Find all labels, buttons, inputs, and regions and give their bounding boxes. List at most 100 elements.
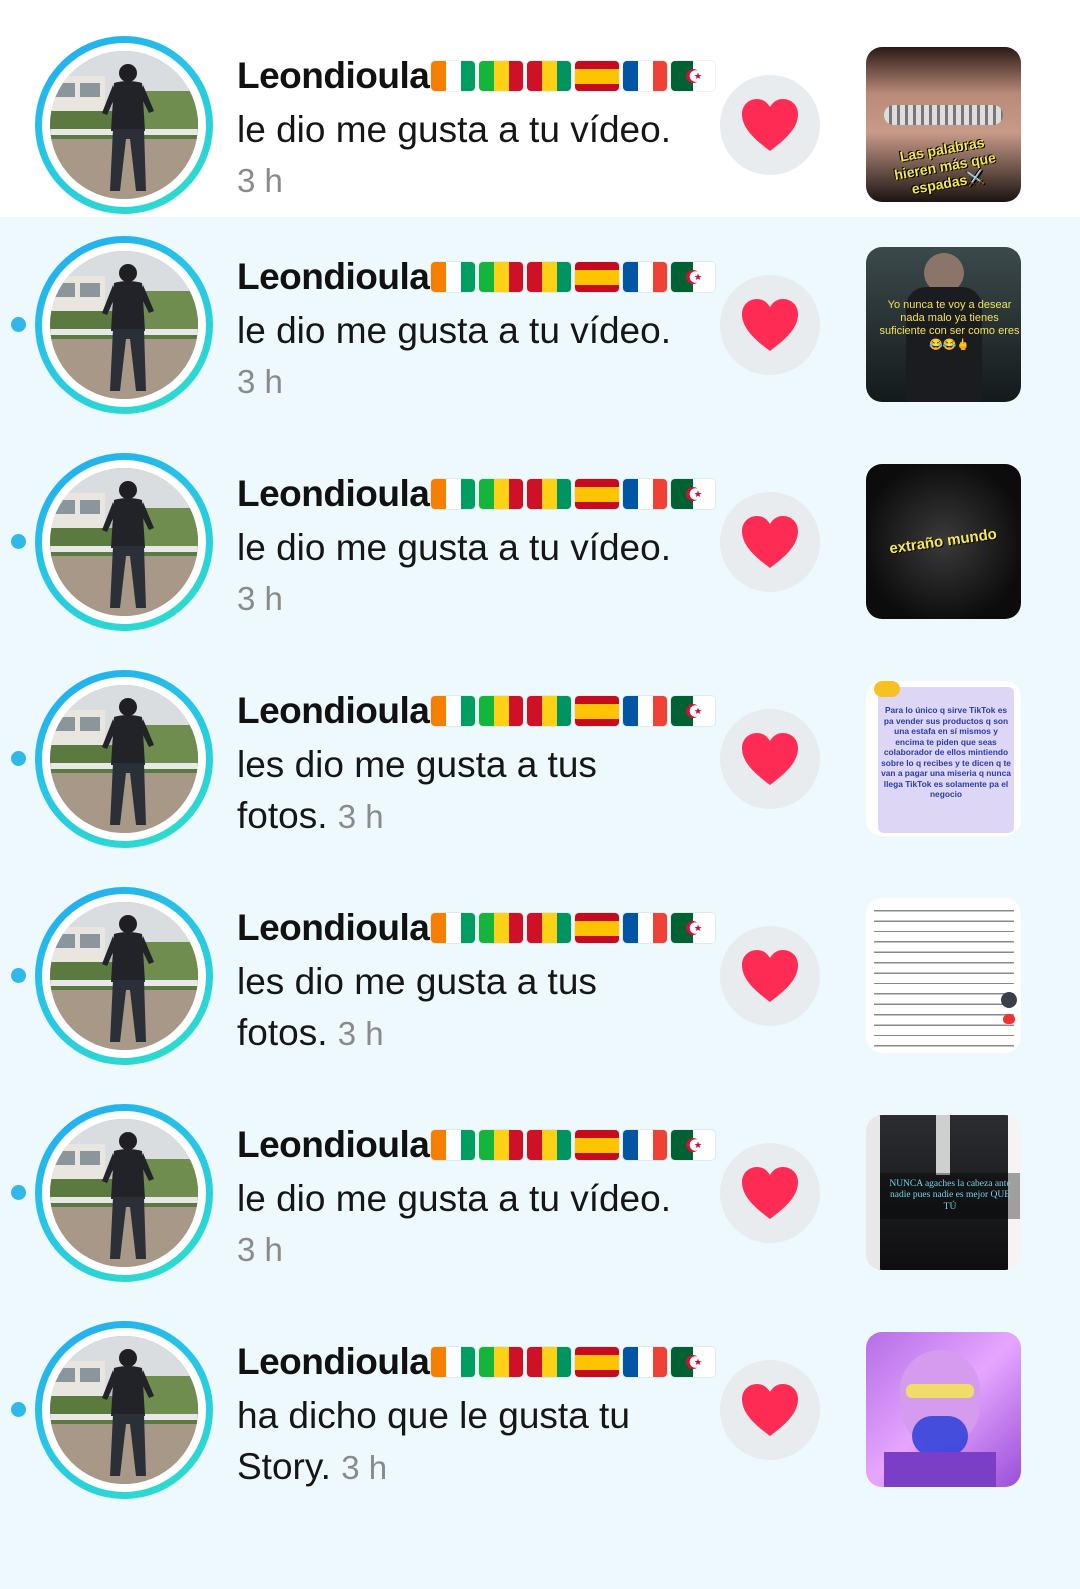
heart-icon xyxy=(742,733,798,785)
avatar-photo xyxy=(50,251,198,399)
algeria-flag xyxy=(671,1347,716,1377)
algeria-flag xyxy=(671,696,716,726)
post-thumbnail[interactable]: extraño mundo xyxy=(866,464,1021,619)
like-button[interactable] xyxy=(720,709,820,809)
algeria-flag xyxy=(671,1130,716,1160)
username[interactable]: Leondioula xyxy=(237,1124,430,1166)
notification-message: le dio me gusta a tu vídeo. xyxy=(237,305,697,356)
flag-emojis xyxy=(431,913,716,943)
thumbnail-caption: NUNCA agaches la cabeza ante nadie pues … xyxy=(880,1173,1020,1220)
avatar-photo xyxy=(50,1336,198,1484)
post-thumbnail[interactable]: Yo nunca te voy a desear nada malo ya ti… xyxy=(866,247,1021,402)
guinea-flag xyxy=(527,262,572,292)
like-button[interactable] xyxy=(720,492,820,592)
notification-text: Leondioula le dio me gusta a tu vídeo. 3 h xyxy=(237,48,716,206)
mali-flag xyxy=(479,696,524,726)
france-flag xyxy=(623,913,668,943)
notification-item[interactable]: Leondioula ha dicho que le gusta tu Story… xyxy=(0,1302,1080,1589)
avatar[interactable] xyxy=(35,236,213,414)
notification-text: Leondioula les dio me gusta a tus fotos. … xyxy=(237,683,716,842)
action-text: le dio me gusta a tu vídeo. xyxy=(237,527,671,568)
action-text: les dio me gusta a tus fotos. xyxy=(237,744,597,836)
mali-flag xyxy=(479,262,524,292)
algeria-flag xyxy=(671,262,716,292)
france-flag xyxy=(623,262,668,292)
flag-emojis xyxy=(431,1347,716,1377)
flag-emojis xyxy=(431,696,716,726)
avatar-photo xyxy=(50,468,198,616)
ivory-coast-flag xyxy=(431,61,476,91)
timestamp-line: 3 h xyxy=(237,356,697,407)
ivory-coast-flag xyxy=(431,913,476,943)
notification-text: Leondioula le dio me gusta a tu vídeo. 3 h xyxy=(237,249,716,407)
username[interactable]: Leondioula xyxy=(237,473,430,515)
ivory-coast-flag xyxy=(431,1130,476,1160)
notification-item[interactable]: Leondioula le dio me gusta a tu vídeo. 3 h… xyxy=(0,1085,1080,1302)
flag-emojis xyxy=(431,61,716,91)
action-text: ha dicho que le gusta tu Story. xyxy=(237,1395,630,1487)
spain-flag xyxy=(575,1130,620,1160)
avatar[interactable] xyxy=(35,1104,213,1282)
username[interactable]: Leondioula xyxy=(237,907,430,949)
unread-dot xyxy=(11,968,26,983)
username[interactable]: Leondioula xyxy=(237,256,430,298)
post-thumbnail[interactable] xyxy=(866,1332,1021,1487)
post-thumbnail[interactable]: Las palabras hieren más que espadas⚔️ xyxy=(866,47,1021,202)
guinea-flag xyxy=(527,696,572,726)
avatar[interactable] xyxy=(35,453,213,631)
notification-item[interactable]: Leondioula le dio me gusta a tu vídeo. 3 h… xyxy=(0,0,1080,217)
heart-icon xyxy=(742,516,798,568)
spain-flag xyxy=(575,696,620,726)
like-button[interactable] xyxy=(720,75,820,175)
ivory-coast-flag xyxy=(431,262,476,292)
notification-message: le dio me gusta a tu vídeo. xyxy=(237,522,697,573)
timestamp: 3 h xyxy=(341,1449,388,1486)
username[interactable]: Leondioula xyxy=(237,1341,430,1383)
notification-item[interactable]: Leondioula les dio me gusta a tus fotos. … xyxy=(0,651,1080,868)
like-button[interactable] xyxy=(720,1360,820,1460)
avatar[interactable] xyxy=(35,1321,213,1499)
spain-flag xyxy=(575,479,620,509)
spain-flag xyxy=(575,913,620,943)
notifications-list: Leondioula le dio me gusta a tu vídeo. 3 h… xyxy=(0,0,1080,1589)
unread-dot xyxy=(11,751,26,766)
username-line: Leondioula xyxy=(237,1117,716,1173)
heart-icon xyxy=(742,950,798,1002)
france-flag xyxy=(623,1130,668,1160)
flag-emojis xyxy=(431,479,716,509)
notification-message: le dio me gusta a tu vídeo. xyxy=(237,1173,697,1224)
notification-message: les dio me gusta a tus fotos. 3 h xyxy=(237,739,697,842)
username-line: Leondioula xyxy=(237,466,716,522)
username-line: Leondioula xyxy=(237,683,716,739)
username[interactable]: Leondioula xyxy=(237,690,430,732)
username-line: Leondioula xyxy=(237,249,716,305)
guinea-flag xyxy=(527,479,572,509)
avatar[interactable] xyxy=(35,670,213,848)
heart-icon xyxy=(742,1167,798,1219)
avatar[interactable] xyxy=(35,36,213,214)
notification-message: le dio me gusta a tu vídeo. xyxy=(237,104,697,155)
post-thumbnail[interactable]: NUNCA agaches la cabeza ante nadie pues … xyxy=(866,1115,1021,1270)
unread-dot xyxy=(11,1185,26,1200)
france-flag xyxy=(623,61,668,91)
avatar[interactable] xyxy=(35,887,213,1065)
like-button[interactable] xyxy=(720,926,820,1026)
timestamp: 3 h xyxy=(237,162,283,199)
post-thumbnail[interactable]: Para lo único q sirve TikTok es pa vende… xyxy=(866,681,1021,836)
timestamp: 3 h xyxy=(337,1015,384,1052)
text-lines xyxy=(874,904,1014,1047)
like-button[interactable] xyxy=(720,1143,820,1243)
like-button[interactable] xyxy=(720,275,820,375)
notification-message: ha dicho que le gusta tu Story. 3 h xyxy=(237,1390,697,1493)
notification-item[interactable]: Leondioula le dio me gusta a tu vídeo. 3 h… xyxy=(0,434,1080,651)
guinea-flag xyxy=(527,1130,572,1160)
timestamp-line: 3 h xyxy=(237,1224,697,1275)
notification-item[interactable]: Leondioula les dio me gusta a tus fotos. … xyxy=(0,868,1080,1085)
algeria-flag xyxy=(671,61,716,91)
avatar-photo xyxy=(50,1119,198,1267)
action-text: le dio me gusta a tu vídeo. xyxy=(237,1178,671,1219)
username[interactable]: Leondioula xyxy=(237,55,430,97)
post-thumbnail[interactable] xyxy=(866,898,1021,1053)
notification-item[interactable]: Leondioula le dio me gusta a tu vídeo. 3 h… xyxy=(0,217,1080,434)
unread-dot xyxy=(11,317,26,332)
